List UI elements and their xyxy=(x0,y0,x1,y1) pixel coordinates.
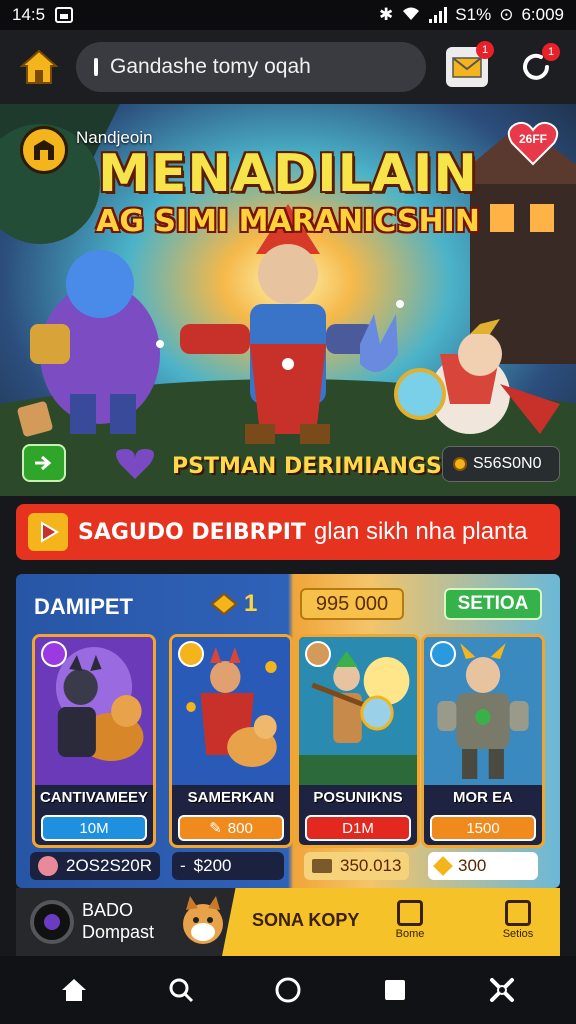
mail-button[interactable]: 1 xyxy=(446,41,494,87)
shop-title: DAMIPET xyxy=(34,594,133,619)
card-buy-label: 1500 xyxy=(466,819,500,837)
home-icon xyxy=(19,49,59,84)
gem-count-value: 1 xyxy=(244,590,258,617)
nav-circle-button[interactable] xyxy=(268,970,308,1010)
card-badge-icon xyxy=(430,641,456,667)
mail-icon xyxy=(452,57,482,78)
ad-app-logo xyxy=(30,900,74,944)
refresh-badge: 1 xyxy=(542,43,560,61)
shop-price-pill[interactable]: 995 000 xyxy=(300,588,404,620)
bottom-nav-bar xyxy=(0,956,576,1024)
price-tag-prefix: - xyxy=(180,856,186,875)
nav-search-button[interactable] xyxy=(161,970,201,1010)
promo-banner[interactable]: SAGUDO DEIBRPIT glan sikh nha planta xyxy=(16,504,560,560)
nav-tools-button[interactable] xyxy=(482,970,522,1010)
hero-counter-value: S56S0N0 xyxy=(473,455,542,472)
ad-text: SONA KOPY xyxy=(252,910,360,930)
battery-text: S1% xyxy=(455,5,492,24)
card-buy-button[interactable]: ✎ 800 xyxy=(178,815,284,841)
ad-app-name: BADO xyxy=(82,900,134,920)
share-button[interactable] xyxy=(22,444,66,482)
cash-icon xyxy=(312,859,332,873)
home-button[interactable] xyxy=(16,44,62,90)
gallery-icon xyxy=(55,7,74,23)
alarm-icon: ⊙ xyxy=(499,5,514,24)
tools-icon xyxy=(490,978,515,1002)
card-buy-label: D1M xyxy=(342,819,374,837)
dog-icon xyxy=(183,896,223,944)
price-tag-value: 2OS2S20R xyxy=(66,856,152,875)
card-name: MOR EA xyxy=(453,789,513,806)
copy-icon xyxy=(397,900,423,926)
ad-app-subname: Dompast xyxy=(82,922,155,942)
price-tag[interactable]: 2OS2S20R xyxy=(30,852,160,880)
promo-bold-text: SAGUDO DEIBRPIT xyxy=(78,519,306,545)
shop-card[interactable]: CANTIVAMEEY 10M xyxy=(32,634,156,848)
image-icon xyxy=(505,900,531,926)
app-top-bar: Gandashe tomy oqah 1 1 xyxy=(0,30,576,104)
card-buy-label: 800 xyxy=(227,819,253,837)
hero-title: MENADILAIN xyxy=(98,144,478,204)
ad-action-bome[interactable]: Bome xyxy=(380,900,440,940)
promo-text: glan sikh nha planta xyxy=(313,518,528,545)
play-icon xyxy=(41,521,59,543)
signal-icon xyxy=(429,7,448,23)
price-tag-value: 350.013 xyxy=(340,856,402,875)
nav-square-button[interactable] xyxy=(375,970,415,1010)
search-icon xyxy=(169,978,193,1003)
gem-icon xyxy=(210,592,238,616)
hero-subtitle: AG SIMI MARANICSHIN xyxy=(96,204,480,239)
card-buy-button[interactable]: D1M xyxy=(305,815,411,841)
ad-action-label: Setios xyxy=(502,928,534,940)
refresh-button[interactable]: 1 xyxy=(516,43,560,87)
hero-counter[interactable]: S56S0N0 xyxy=(442,446,560,482)
mail-badge: 1 xyxy=(476,41,494,59)
arrow-icon xyxy=(35,455,52,471)
text-cursor xyxy=(94,58,98,76)
edit-icon: ✎ xyxy=(209,820,222,837)
card-badge-icon xyxy=(305,641,331,667)
square-icon xyxy=(385,980,406,1000)
card-name: SAMERKAN xyxy=(187,789,275,806)
card-buy-label: 10M xyxy=(79,819,109,837)
gem-icon xyxy=(433,856,453,876)
card-buy-button[interactable]: 10M xyxy=(41,815,147,841)
ad-strip[interactable]: BADO Dompast SONA KOPY Bome Setios xyxy=(16,888,560,956)
shop-card[interactable]: MOR EA 1500 xyxy=(421,634,545,848)
bluetooth-icon: ✱ xyxy=(379,5,394,24)
price-tag-value: 300 xyxy=(458,856,487,875)
gem-counter[interactable]: 1 xyxy=(210,590,257,618)
search-bar[interactable]: Gandashe tomy oqah xyxy=(76,42,426,92)
search-text: Gandashe tomy oqah xyxy=(110,55,311,78)
card-name: POSUNIKNS xyxy=(313,789,403,806)
home-icon xyxy=(61,979,86,1001)
coin-icon xyxy=(453,457,467,471)
card-name: CANTIVAMEEY xyxy=(39,789,149,806)
card-badge-icon xyxy=(41,641,67,667)
nav-home-button[interactable] xyxy=(54,970,94,1010)
shop-card[interactable]: SAMERKAN ✎ 800 xyxy=(169,634,293,848)
price-tag[interactable]: 300 xyxy=(428,852,538,880)
shop-action-pill[interactable]: SETIOA xyxy=(444,588,542,620)
price-tag[interactable]: 350.013 xyxy=(304,852,410,880)
shop-card[interactable]: POSUNIKNS D1M xyxy=(296,634,420,848)
price-tag-value: $200 xyxy=(193,856,232,875)
status-bar: 14:5 ✱ S1% ⊙ 6:009 xyxy=(0,0,576,30)
circle-icon xyxy=(275,977,301,1003)
wifi-icon xyxy=(401,5,421,26)
shop-panel: DAMIPET 1 995 000 SETIOA CANTIVAMEEY 10M xyxy=(16,574,560,888)
price-tag[interactable]: - $200 xyxy=(172,852,284,880)
play-button[interactable] xyxy=(28,513,68,551)
card-buy-button[interactable]: 1500 xyxy=(430,815,536,841)
hero-banner[interactable]: Nandjeoin MENADILAIN AG SIMI MARANICSHIN… xyxy=(0,104,576,496)
card-badge-icon xyxy=(178,641,204,667)
avatar-icon xyxy=(38,856,58,876)
heart-label: 26FF xyxy=(518,132,547,146)
ad-action-label: Bome xyxy=(395,928,425,940)
status-time: 14:5 xyxy=(12,5,46,24)
ad-action-settings[interactable]: Setios xyxy=(488,900,548,940)
status-clock: 6:009 xyxy=(521,5,564,24)
hero-caption: PSTMAN DERIMIANGS xyxy=(172,454,442,479)
